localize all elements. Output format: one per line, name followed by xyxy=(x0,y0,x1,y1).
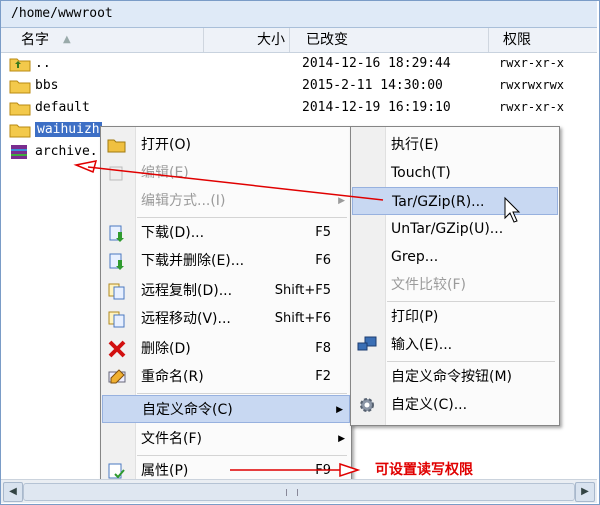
scroll-right-icon[interactable]: ▶ xyxy=(575,482,595,502)
arrow-head-icon xyxy=(339,462,361,478)
annotation-note: 可设置读写权限 xyxy=(375,462,473,478)
annotation-arrow xyxy=(87,166,384,201)
scroll-thumb[interactable] xyxy=(23,483,575,501)
arrow-head-icon xyxy=(73,160,98,174)
mouse-cursor-icon xyxy=(504,196,521,223)
scroll-left-icon[interactable]: ◀ xyxy=(3,482,23,502)
annotation-overlay xyxy=(73,160,521,478)
horizontal-scrollbar[interactable]: ◀ ▶ xyxy=(1,479,597,503)
